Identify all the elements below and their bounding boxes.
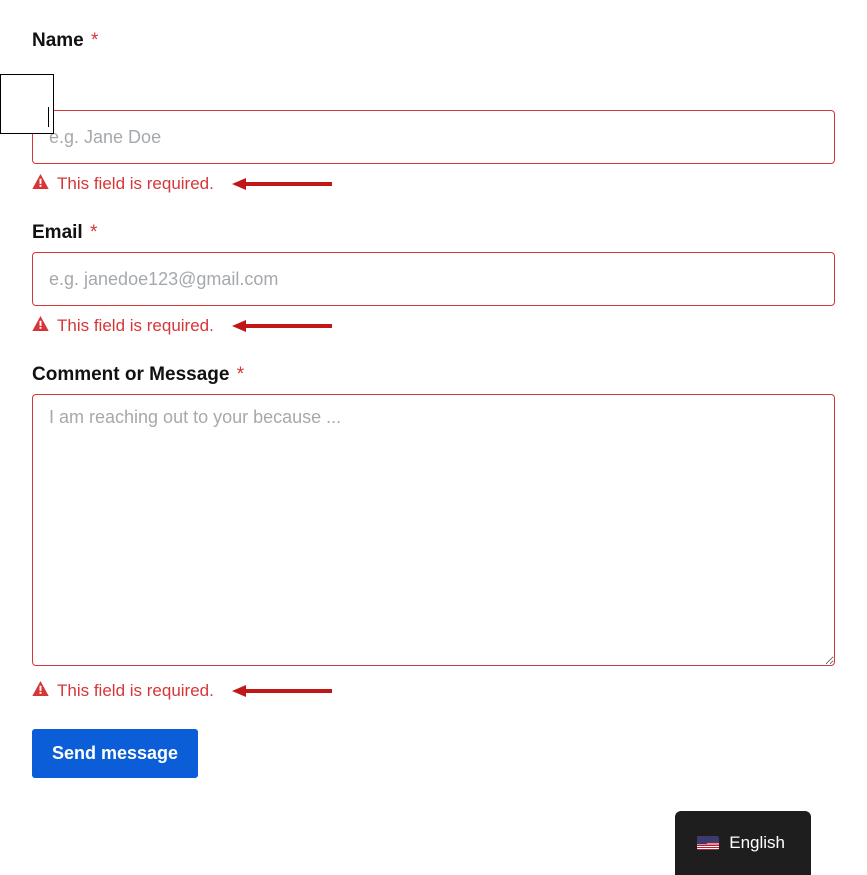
submit-row: Send message <box>32 729 835 778</box>
field-group-name: Name * This field is required. <box>32 30 835 194</box>
name-label: Name * <box>32 30 835 52</box>
required-marker: * <box>90 222 97 243</box>
arrow-left-icon <box>232 177 332 191</box>
message-error-text: This field is required. <box>57 681 214 701</box>
required-marker: * <box>237 364 244 385</box>
required-marker: * <box>91 30 98 51</box>
message-label: Comment or Message * <box>32 364 835 386</box>
stray-overlay-box <box>0 74 54 134</box>
email-label-text: Email <box>32 222 83 243</box>
name-label-text: Name <box>32 30 84 51</box>
us-flag-icon <box>697 836 719 850</box>
field-group-email: Email * This field is required. <box>32 222 835 336</box>
email-error-text: This field is required. <box>57 316 214 336</box>
text-caret <box>48 107 49 127</box>
send-message-button[interactable]: Send message <box>32 729 198 778</box>
warning-icon <box>32 681 49 701</box>
warning-icon <box>32 174 49 194</box>
arrow-left-icon <box>232 684 332 698</box>
field-group-message: Comment or Message * This field is requi… <box>32 364 835 701</box>
contact-form: Name * This field is required. Email * T… <box>0 0 867 808</box>
message-error-row: This field is required. <box>32 681 835 701</box>
name-input[interactable] <box>32 110 835 164</box>
name-error-text: This field is required. <box>57 174 214 194</box>
email-label: Email * <box>32 222 835 244</box>
email-error-row: This field is required. <box>32 316 835 336</box>
language-selector[interactable]: English <box>675 811 811 875</box>
name-error-row: This field is required. <box>32 174 835 194</box>
email-input[interactable] <box>32 252 835 306</box>
warning-icon <box>32 316 49 336</box>
message-textarea[interactable] <box>32 394 835 666</box>
message-label-text: Comment or Message <box>32 364 229 385</box>
language-label: English <box>729 833 785 853</box>
spacer <box>32 60 835 110</box>
arrow-left-icon <box>232 319 332 333</box>
